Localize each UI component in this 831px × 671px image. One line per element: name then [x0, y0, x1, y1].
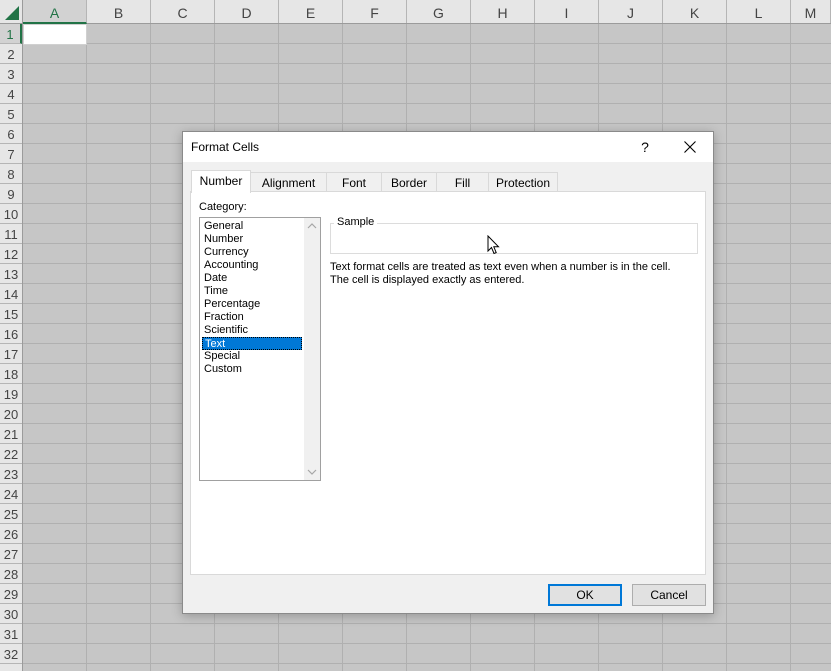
row-header-bar: 1 2 3 4 5 6 7 8 9 10 11 12 13 14 15 16 1… [0, 24, 23, 671]
close-icon [684, 141, 696, 153]
tab-number[interactable]: Number [191, 170, 251, 193]
column-header-h[interactable]: H [471, 0, 535, 23]
row-header[interactable]: 1 [0, 24, 22, 44]
category-item-number[interactable]: Number [202, 233, 302, 246]
row-header[interactable]: 3 [0, 64, 22, 84]
category-item-percentage[interactable]: Percentage [202, 298, 302, 311]
tab-fill[interactable]: Fill [436, 172, 489, 192]
row-header[interactable]: 9 [0, 184, 22, 204]
row-header[interactable]: 10 [0, 204, 22, 224]
number-tab-panel: Category: General Number Currency Accoun… [190, 191, 706, 575]
category-item-currency[interactable]: Currency [202, 246, 302, 259]
row-header[interactable]: 2 [0, 44, 22, 64]
row-header[interactable]: 25 [0, 504, 22, 524]
row-header[interactable]: 4 [0, 84, 22, 104]
row-header[interactable]: 17 [0, 344, 22, 364]
row-header[interactable]: 22 [0, 444, 22, 464]
tab-alignment[interactable]: Alignment [250, 172, 327, 192]
category-item-fraction[interactable]: Fraction [202, 311, 302, 324]
column-header-bar: A B C D E F G H I J K L M [23, 0, 831, 24]
row-header[interactable]: 26 [0, 524, 22, 544]
row-header[interactable]: 8 [0, 164, 22, 184]
column-header-e[interactable]: E [279, 0, 343, 23]
column-header-c[interactable]: C [151, 0, 215, 23]
row-header[interactable]: 29 [0, 584, 22, 604]
dialog-title: Format Cells [191, 140, 260, 154]
row-header[interactable]: 32 [0, 644, 22, 664]
help-button[interactable]: ? [629, 132, 661, 162]
column-header-j[interactable]: J [599, 0, 663, 23]
description-line-1: Text format cells are treated as text ev… [330, 261, 671, 273]
row-header[interactable]: 23 [0, 464, 22, 484]
category-item-date[interactable]: Date [202, 272, 302, 285]
sample-groupbox [330, 223, 698, 254]
row-header[interactable]: 12 [0, 244, 22, 264]
active-cell-a1[interactable] [23, 24, 87, 45]
row-header[interactable]: 30 [0, 604, 22, 624]
row-header[interactable]: 5 [0, 104, 22, 124]
category-item-scientific[interactable]: Scientific [202, 324, 302, 337]
column-header-b[interactable]: B [87, 0, 151, 23]
row-header[interactable]: 18 [0, 364, 22, 384]
row-header[interactable]: 24 [0, 484, 22, 504]
select-all-button[interactable] [0, 0, 23, 24]
column-header-a[interactable]: A [23, 0, 87, 24]
tab-font[interactable]: Font [326, 172, 382, 192]
close-button[interactable] [673, 132, 707, 162]
cancel-button[interactable]: Cancel [632, 584, 706, 606]
row-header[interactable]: 16 [0, 324, 22, 344]
sample-label: Sample [334, 216, 378, 228]
category-item-accounting[interactable]: Accounting [202, 259, 302, 272]
row-header[interactable]: 13 [0, 264, 22, 284]
row-header[interactable]: 19 [0, 384, 22, 404]
row-header[interactable]: 6 [0, 124, 22, 144]
ok-button[interactable]: OK [548, 584, 622, 606]
category-label: Category: [199, 201, 247, 213]
column-header-d[interactable]: D [215, 0, 279, 23]
tab-protection[interactable]: Protection [488, 172, 558, 192]
row-header[interactable]: 11 [0, 224, 22, 244]
select-all-triangle-icon [5, 6, 19, 20]
column-header-g[interactable]: G [407, 0, 471, 23]
description-line-2: The cell is displayed exactly as entered… [330, 274, 525, 286]
category-item-text[interactable]: Text [202, 337, 302, 350]
dialog-titlebar[interactable]: Format Cells ? [183, 132, 713, 162]
category-item-custom[interactable]: Custom [202, 363, 302, 376]
row-header[interactable]: 14 [0, 284, 22, 304]
row-header[interactable]: 15 [0, 304, 22, 324]
row-header[interactable]: 27 [0, 544, 22, 564]
column-header-m[interactable]: M [791, 0, 831, 23]
column-header-i[interactable]: I [535, 0, 599, 23]
column-header-f[interactable]: F [343, 0, 407, 23]
tab-border[interactable]: Border [381, 172, 437, 192]
category-scrollbar[interactable] [304, 218, 320, 480]
row-header[interactable]: 21 [0, 424, 22, 444]
column-header-l[interactable]: L [727, 0, 791, 23]
row-header[interactable]: 31 [0, 624, 22, 644]
format-cells-dialog: Format Cells ? Number Alignment Font Bor… [182, 131, 714, 614]
chevron-down-icon[interactable] [307, 468, 317, 476]
row-header[interactable]: 20 [0, 404, 22, 424]
category-item-time[interactable]: Time [202, 285, 302, 298]
column-header-k[interactable]: K [663, 0, 727, 23]
row-header[interactable]: 28 [0, 564, 22, 584]
mouse-pointer-icon [487, 235, 500, 255]
category-listbox[interactable]: General Number Currency Accounting Date … [199, 217, 321, 481]
row-header[interactable]: 7 [0, 144, 22, 164]
category-item-special[interactable]: Special [202, 350, 302, 363]
chevron-up-icon[interactable] [307, 222, 317, 230]
category-item-general[interactable]: General [202, 220, 302, 233]
